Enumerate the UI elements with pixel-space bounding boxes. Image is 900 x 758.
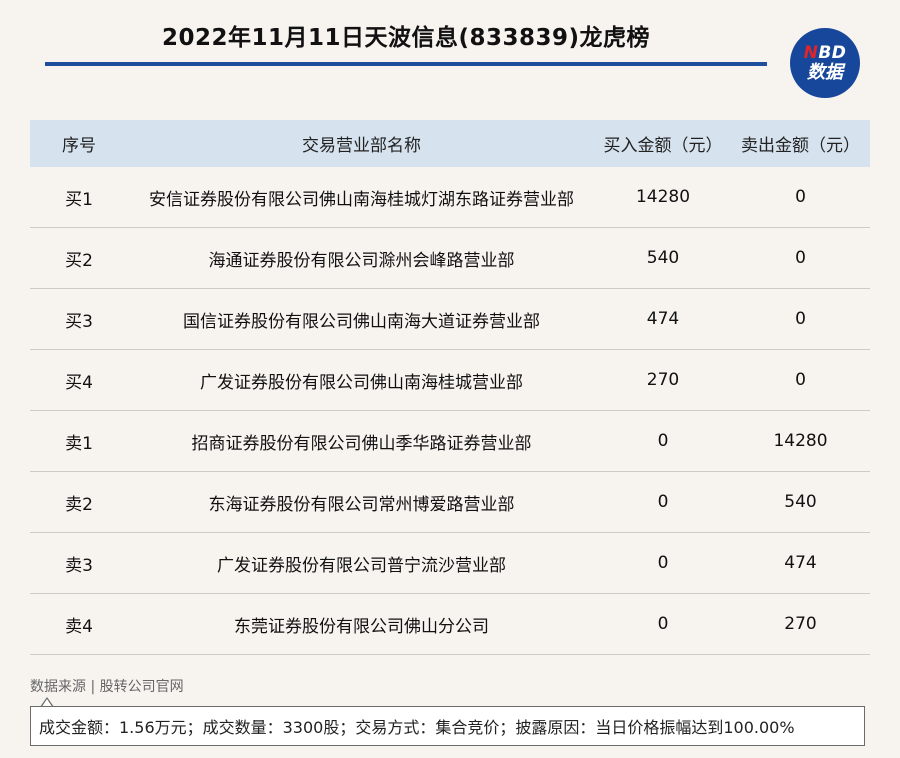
table-row: 买2 海通证券股份有限公司滁州会峰路营业部 540 0 [30, 227, 870, 289]
header-buy-amount: 买入金额（元） [595, 120, 731, 167]
row-seq: 卖4 [30, 593, 128, 655]
page-title: 2022年11月11日天波信息(833839)龙虎榜 [161, 25, 651, 51]
row-sell-amount: 270 [731, 593, 870, 655]
dragon-tiger-table: 序号 交易营业部名称 买入金额（元） 卖出金额（元） 买1 安信证券股份有限公司… [30, 120, 870, 655]
row-branch-name: 东莞证券股份有限公司佛山分公司 [128, 593, 595, 655]
row-sell-amount: 14280 [731, 410, 870, 472]
table-row: 买4 广发证券股份有限公司佛山南海桂城营业部 270 0 [30, 349, 870, 411]
row-buy-amount: 0 [595, 532, 731, 594]
row-seq: 卖1 [30, 410, 128, 472]
row-seq: 买2 [30, 227, 128, 289]
table-row: 卖1 招商证券股份有限公司佛山季华路证券营业部 0 14280 [30, 410, 870, 472]
table-row: 卖3 广发证券股份有限公司普宁流沙营业部 0 474 [30, 532, 870, 594]
data-source-caption: 数据来源 | 股转公司官网 [30, 679, 184, 695]
row-buy-amount: 0 [595, 410, 731, 472]
row-buy-amount: 0 [595, 593, 731, 655]
logo-letter-n: N [803, 42, 819, 63]
header-seq: 序号 [30, 120, 128, 167]
row-seq: 买3 [30, 288, 128, 350]
header-branch-name: 交易营业部名称 [128, 120, 595, 167]
row-branch-name: 广发证券股份有限公司普宁流沙营业部 [128, 532, 595, 594]
logo-text-data: 数据 [807, 61, 843, 83]
row-branch-name: 招商证券股份有限公司佛山季华路证券营业部 [128, 410, 595, 472]
row-seq: 卖3 [30, 532, 128, 594]
table-row: 买1 安信证券股份有限公司佛山南海桂城灯湖东路证券营业部 14280 0 [30, 167, 870, 228]
row-sell-amount: 474 [731, 532, 870, 594]
row-seq: 卖2 [30, 471, 128, 533]
logo-letters-bd: BD [818, 42, 847, 63]
table-header-row: 序号 交易营业部名称 买入金额（元） 卖出金额（元） [30, 120, 870, 167]
row-seq: 买4 [30, 349, 128, 411]
title-divider [45, 62, 767, 66]
row-branch-name: 安信证券股份有限公司佛山南海桂城灯湖东路证券营业部 [128, 167, 595, 228]
row-branch-name: 海通证券股份有限公司滁州会峰路营业部 [128, 227, 595, 289]
row-buy-amount: 270 [595, 349, 731, 411]
row-branch-name: 东海证券股份有限公司常州博爱路营业部 [128, 471, 595, 533]
row-sell-amount: 0 [731, 288, 870, 350]
nbd-data-logo: NBD 数据 [790, 28, 860, 98]
row-sell-amount: 540 [731, 471, 870, 533]
row-buy-amount: 540 [595, 227, 731, 289]
row-sell-amount: 0 [731, 349, 870, 411]
table-row: 买3 国信证券股份有限公司佛山南海大道证券营业部 474 0 [30, 288, 870, 350]
table-row: 卖2 东海证券股份有限公司常州博爱路营业部 0 540 [30, 471, 870, 533]
row-buy-amount: 14280 [595, 167, 731, 228]
row-buy-amount: 474 [595, 288, 731, 350]
header-sell-amount: 卖出金额（元） [731, 120, 870, 167]
trade-summary-note: 成交金额：1.56万元；成交数量：3300股；交易方式：集合竞价；披露原因：当日… [30, 706, 865, 746]
row-branch-name: 广发证券股份有限公司佛山南海桂城营业部 [128, 349, 595, 411]
table-row: 卖4 东莞证券股份有限公司佛山分公司 0 270 [30, 593, 870, 655]
row-seq: 买1 [30, 167, 128, 228]
row-sell-amount: 0 [731, 167, 870, 228]
row-sell-amount: 0 [731, 227, 870, 289]
row-branch-name: 国信证券股份有限公司佛山南海大道证券营业部 [128, 288, 595, 350]
row-buy-amount: 0 [595, 471, 731, 533]
